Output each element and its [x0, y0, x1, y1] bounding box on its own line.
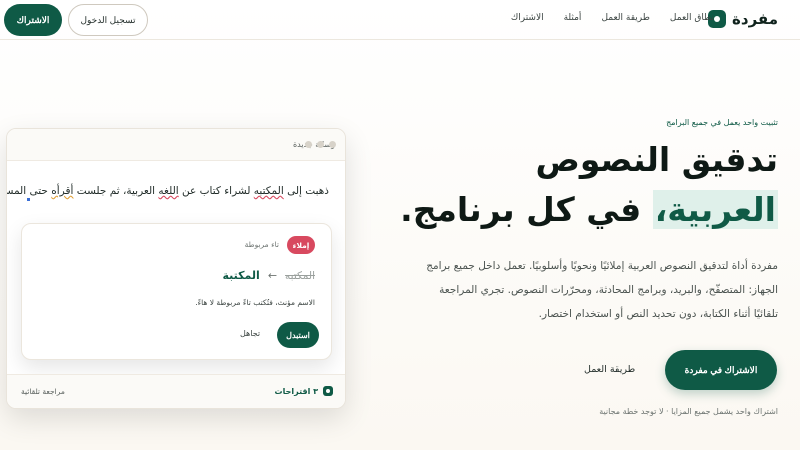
- demo-editor-window: رسالة جديدة ذهبت إلى المكتبه لشراء كتاب …: [6, 128, 346, 409]
- editor-text[interactable]: ذهبت إلى المكتبه لشراء كتاب عن اللغه الع…: [7, 185, 329, 197]
- hero-eyebrow: تثبيت واحد يعمل في جميع البرامج: [666, 118, 778, 127]
- rule-name: تاء مربوطة: [244, 240, 279, 249]
- pricing-note: اشتراك واحد يشمل جميع المزايا · لا توجد …: [599, 407, 778, 416]
- nav-link-examples[interactable]: أمثلة: [564, 13, 582, 23]
- text-segment: العربية، ثم جلست: [73, 185, 159, 197]
- window-dot-icon[interactable]: [317, 141, 324, 148]
- spelling-error-word[interactable]: المكتبه: [254, 185, 284, 197]
- hero-headline-highlight: العربية،: [652, 190, 778, 229]
- suggestion-card: إملاء تاء مربوطة المكتبه ← المكتبة الاسم…: [21, 223, 332, 360]
- correction-row: المكتبه ← المكتبة: [223, 269, 316, 282]
- auto-review-status: مراجعة تلقائية: [21, 387, 65, 396]
- text-segment: ذهبت إلى: [283, 185, 329, 197]
- login-button[interactable]: تسجيل الدخول: [68, 4, 148, 36]
- hero-headline-line1: تدقيق النصوص: [535, 140, 778, 179]
- ignore-button[interactable]: تجاهل: [240, 329, 260, 338]
- replace-button[interactable]: استبدل: [277, 322, 319, 348]
- window-titlebar: رسالة جديدة: [7, 129, 345, 161]
- logo-text: مفردة: [732, 10, 778, 28]
- hero-headline-line2: العربية، في كل برنامج.: [400, 190, 778, 229]
- hero-headline-rest: في كل برنامج.: [400, 190, 653, 229]
- arrow-left-icon: ←: [267, 269, 278, 282]
- app-icon: [323, 386, 333, 396]
- text-segment: حتى المساء.: [7, 185, 48, 197]
- nav-link-how-it-works[interactable]: طريقة العمل: [601, 13, 649, 23]
- hero-description: مفردة أداة لتدقيق النصوص العربية إملائيً…: [426, 260, 778, 320]
- window-dot-icon[interactable]: [329, 141, 336, 148]
- main-nav: نطاق العمل طريقة العمل أمثلة الاشتراك: [511, 13, 714, 23]
- text-caret: [27, 198, 30, 201]
- suggestions-count-label: ٣ اقتراحات: [274, 386, 318, 396]
- original-word: المكتبه: [285, 269, 315, 282]
- spelling-badge: إملاء: [287, 236, 315, 254]
- nav-link-subscribe[interactable]: الاشتراك: [511, 13, 544, 23]
- window-dot-icon[interactable]: [305, 141, 312, 148]
- window-controls: [305, 141, 336, 148]
- suggestions-count[interactable]: ٣ اقتراحات: [275, 386, 333, 396]
- style-error-word[interactable]: أقرأه: [51, 185, 73, 197]
- logo[interactable]: مفردة: [708, 10, 778, 28]
- suggestion-explanation: الاسم مؤنث، فتُكتب تاءً مربوطة لا هاءً.: [195, 298, 315, 307]
- subscribe-cta-button[interactable]: الاشتراك في مفردة: [665, 350, 777, 390]
- top-navbar: مفردة نطاق العمل طريقة العمل أمثلة الاشت…: [0, 0, 800, 40]
- window-footer: ٣ اقتراحات مراجعة تلقائية: [7, 374, 345, 408]
- nav-link-scope[interactable]: نطاق العمل: [670, 13, 714, 23]
- signup-button[interactable]: الاشتراك: [4, 4, 62, 36]
- how-it-works-link[interactable]: طريقة العمل: [584, 364, 635, 375]
- corrected-word[interactable]: المكتبة: [223, 269, 260, 282]
- spelling-error-word[interactable]: اللغه: [158, 185, 178, 197]
- text-segment: لشراء كتاب عن: [178, 185, 254, 197]
